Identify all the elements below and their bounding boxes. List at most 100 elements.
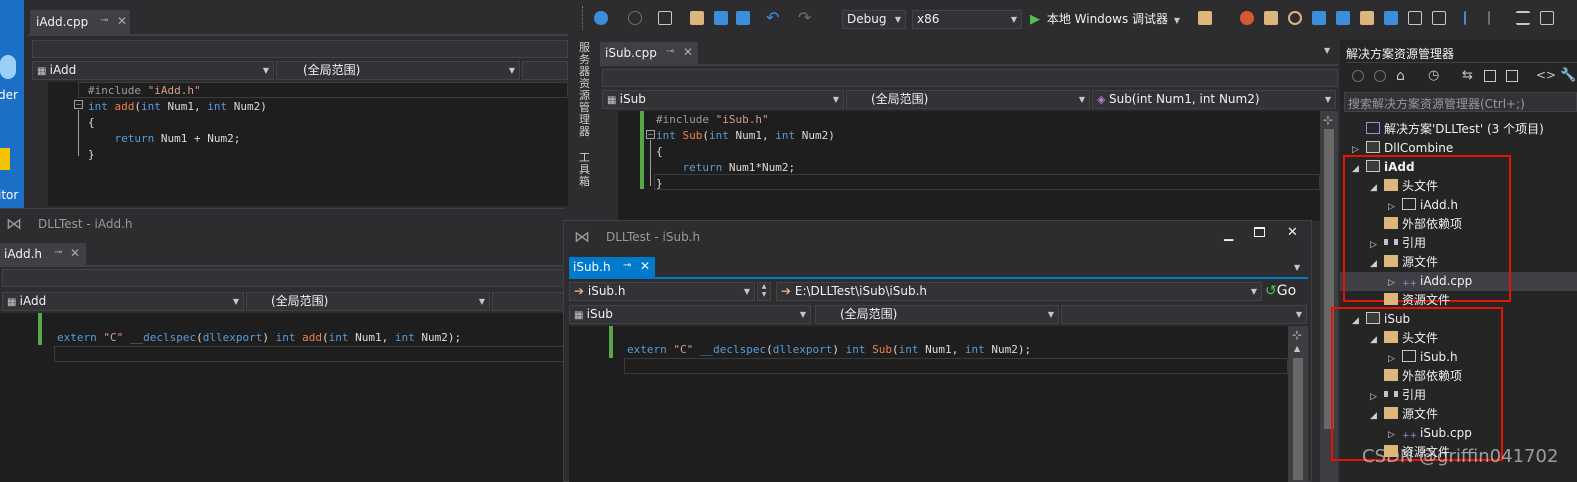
config-dropdown[interactable]: Debug ▼ — [842, 10, 906, 29]
member-dropdown[interactable]: ◈ Sub(int Num1, int Num2) ▼ — [1092, 90, 1336, 109]
close-icon[interactable]: ✕ — [117, 14, 127, 28]
tree-item[interactable]: ▷ DllCombine — [1352, 139, 1453, 158]
scope-dropdown[interactable]: ▦ iAdd ▼ — [32, 61, 274, 80]
expanded-arrow-icon[interactable]: ◢ — [1370, 407, 1384, 426]
expanded-arrow-icon[interactable]: ◢ — [1370, 331, 1384, 350]
maximize-button[interactable] — [1254, 227, 1265, 237]
search-icon[interactable] — [1288, 11, 1302, 25]
tab-isub-cpp[interactable]: iSub.cpp ⊸ ✕ — [600, 42, 698, 64]
format-icon[interactable] — [1408, 11, 1422, 25]
tab-iadd-cpp[interactable]: iAdd.cpp ⊸ ✕ — [30, 10, 130, 34]
code-editor[interactable]: extern "C" __declspec(dllexport) int Sub… — [569, 326, 1288, 482]
history-icon[interactable]: ◷ — [1428, 68, 1439, 83]
tree-item[interactable]: ◢ iSub — [1352, 310, 1410, 329]
desktop-folder-icon[interactable] — [0, 148, 10, 170]
minimize-button[interactable]: ▁ — [1224, 227, 1233, 241]
breakpoint-icon[interactable] — [1240, 11, 1254, 25]
expanded-arrow-icon[interactable]: ◢ — [1352, 312, 1366, 331]
member-dropdown[interactable] — [492, 292, 565, 311]
tree-item[interactable]: ◢ 源文件 — [1370, 253, 1438, 272]
tab-iadd-h[interactable]: iAdd.h ⊸ ✕ — [0, 243, 86, 265]
open-file-icon[interactable] — [690, 11, 704, 25]
close-icon[interactable]: ✕ — [640, 259, 650, 273]
scope-dropdown[interactable]: ▦ iSub ▼ — [602, 90, 844, 109]
split-icon[interactable]: ⊹ — [1292, 328, 1302, 342]
scroll-thumb[interactable] — [1293, 358, 1303, 480]
new-project-icon[interactable] — [658, 11, 672, 25]
close-button[interactable]: ✕ — [1287, 225, 1298, 240]
outline-collapse-icon[interactable]: − — [74, 100, 83, 109]
tree-item[interactable]: ▷ iSub.h — [1388, 348, 1458, 367]
step-over-icon[interactable] — [1360, 11, 1374, 25]
global-scope-dropdown[interactable]: (全局范围) ▼ — [246, 292, 490, 311]
global-scope-dropdown[interactable]: (全局范围) ▼ — [846, 90, 1090, 109]
tree-item[interactable]: 外部依赖项 — [1370, 215, 1462, 234]
tab-isub-h[interactable]: iSub.h ⊸ ✕ — [569, 257, 655, 277]
home-icon[interactable]: ⌂ — [1396, 68, 1405, 84]
member-dropdown[interactable] — [522, 61, 568, 80]
path-dropdown[interactable]: ➔ E:\DLLTest\iSub\iSub.h ▼ — [776, 282, 1262, 301]
pin-icon[interactable]: ⊸ — [623, 260, 631, 271]
show-all-icon[interactable] — [1506, 70, 1518, 82]
forward-icon[interactable] — [628, 11, 642, 25]
pin-icon[interactable]: ⊸ — [100, 15, 108, 26]
pin-icon[interactable]: ⊸ — [54, 247, 62, 258]
expanded-arrow-icon[interactable]: ◢ — [1370, 179, 1384, 198]
tree-item[interactable]: 解决方案'DLLTest' (3 个项目) — [1352, 120, 1544, 139]
back-icon[interactable] — [594, 11, 608, 25]
tab-overflow-icon[interactable]: ▼ — [1324, 46, 1330, 55]
tree-item[interactable]: 外部依赖项 — [1370, 367, 1462, 386]
global-scope-dropdown[interactable]: (全局范围) ▼ — [815, 305, 1059, 324]
tree-item[interactable]: ◢ 头文件 — [1370, 177, 1438, 196]
save-all-icon[interactable] — [736, 11, 750, 25]
list-icon[interactable] — [1516, 11, 1530, 25]
close-icon[interactable]: ✕ — [70, 246, 80, 260]
code-icon[interactable]: <> — [1536, 68, 1556, 82]
step-out-icon[interactable] — [1384, 11, 1398, 25]
code-editor[interactable]: extern "C" __declspec(dllexport) int add… — [0, 313, 565, 482]
scroll-up-icon[interactable]: ▲ — [1294, 344, 1300, 353]
desktop-app-icon[interactable] — [0, 55, 16, 79]
tree-item[interactable]: ▷ ++ iSub.cpp — [1388, 424, 1472, 443]
tree-item[interactable]: ▷ iAdd.h — [1388, 196, 1458, 215]
vertical-scrollbar[interactable]: ⊹ ▲ — [1288, 326, 1308, 482]
code-editor[interactable]: − #include "iAdd.h" int add(int Num1, int… — [48, 82, 568, 206]
tree-item[interactable]: ▷ 引用 — [1370, 386, 1426, 405]
start-debug-button[interactable]: ▶ 本地 Windows 调试器 ▼ — [1030, 10, 1190, 30]
outdent-icon[interactable] — [1464, 11, 1478, 25]
comment-icon[interactable] — [1432, 11, 1446, 25]
tree-item[interactable]: 资源文件 — [1370, 443, 1450, 462]
folder-icon[interactable] — [1264, 11, 1278, 25]
back-icon[interactable] — [1352, 70, 1364, 82]
split-icon[interactable]: ⊹ — [1323, 113, 1333, 127]
tab-overflow-icon[interactable]: ▼ — [1294, 263, 1300, 272]
expanded-arrow-icon[interactable]: ◢ — [1370, 255, 1384, 274]
spin-control[interactable]: ▲ ▼ — [757, 282, 771, 301]
explorer-search-input[interactable]: 搜索解决方案资源管理器(Ctrl+;) — [1344, 92, 1577, 112]
member-dropdown[interactable]: ▼ — [1061, 305, 1307, 324]
tree-item[interactable]: ▷ ++ iAdd.cpp — [1388, 272, 1472, 291]
go-button[interactable]: ↺Go — [1265, 281, 1307, 302]
global-scope-dropdown[interactable]: (全局范围) ▼ — [276, 61, 520, 80]
outline-collapse-icon[interactable]: − — [646, 130, 655, 139]
scope-dropdown[interactable]: ▦ iSub ▼ — [569, 305, 811, 324]
collapse-icon[interactable] — [1484, 70, 1496, 82]
toolbox-tab[interactable]: 工具箱 — [579, 152, 593, 188]
tree-item[interactable]: ◢ 源文件 — [1370, 405, 1438, 424]
forward-icon[interactable] — [1374, 70, 1386, 82]
properties-icon[interactable]: 🔧 — [1560, 68, 1576, 83]
tree-item[interactable]: 资源文件 — [1370, 291, 1450, 310]
save-icon[interactable] — [714, 11, 728, 25]
server-explorer-tab[interactable]: 服务器资源管理器 — [579, 42, 593, 138]
bookmark-icon[interactable] — [1540, 11, 1554, 25]
tree-item[interactable]: ◢ iAdd — [1352, 158, 1415, 177]
debug-icon[interactable] — [1312, 11, 1326, 25]
redo-icon[interactable]: ↷ — [798, 8, 811, 27]
sync-icon[interactable]: ⇆ — [1462, 68, 1473, 83]
platform-dropdown[interactable]: x86 ▼ — [912, 10, 1022, 29]
file-dropdown[interactable]: ➔ iSub.h ▼ — [569, 282, 755, 301]
step-icon[interactable] — [1336, 11, 1350, 25]
tree-item[interactable]: ▷ 引用 — [1370, 234, 1426, 253]
pin-icon[interactable]: ⊸ — [666, 46, 674, 57]
close-icon[interactable]: ✕ — [683, 45, 693, 59]
